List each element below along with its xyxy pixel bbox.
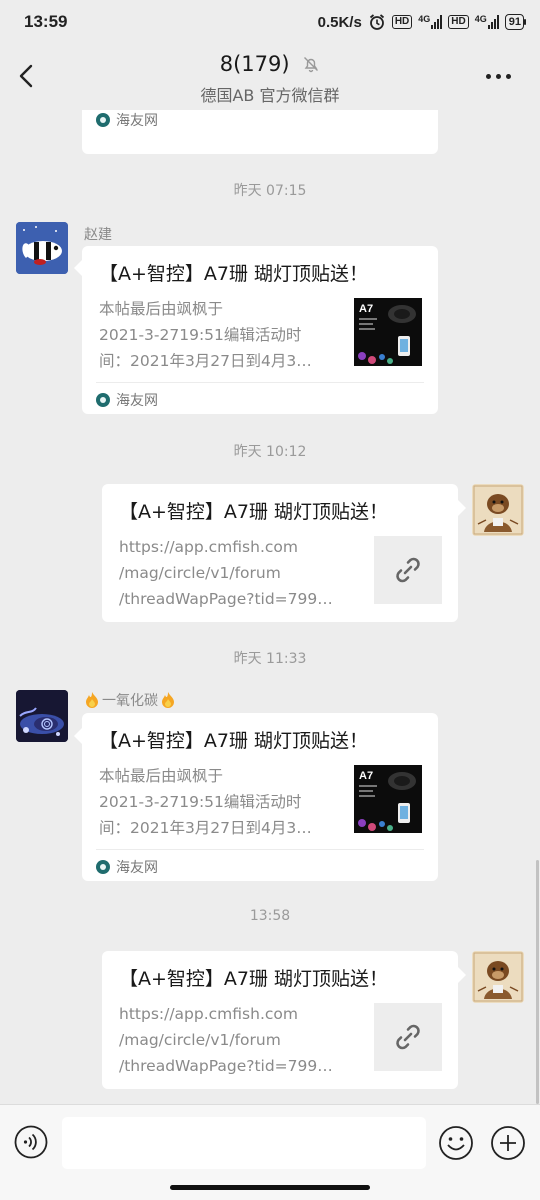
message-input[interactable]: [62, 1117, 426, 1169]
desc-line: /threadWapPage?tid=799…: [119, 590, 333, 608]
dog-avatar-image: [472, 951, 524, 1003]
desc-line: 间：2021年3月27日到4月3…: [99, 819, 312, 837]
source-icon: [96, 393, 110, 407]
timestamp: 昨天 11:33: [233, 651, 307, 667]
card-source: 海友网: [96, 390, 158, 410]
card-thumbnail: A7: [354, 298, 422, 366]
link-icon: [396, 557, 420, 583]
link-thumbnail: [374, 536, 442, 604]
source-label: 海友网: [116, 860, 158, 876]
card-title: 【A+智控】A7珊 瑚灯顶贴送！: [119, 968, 389, 990]
fire-icon: [162, 692, 174, 708]
desc-line: 本帖最后由飒枫于: [99, 767, 224, 785]
swirl-avatar-image: [16, 690, 68, 742]
bubble-tail: [458, 967, 466, 983]
card-title: 【A+智控】A7珊 瑚灯顶贴送！: [99, 263, 369, 285]
link-card-sent[interactable]: 【A+智控】A7珊 瑚灯顶贴送！ https://app.cmfish.com …: [102, 484, 458, 622]
avatar-me[interactable]: [472, 951, 524, 1003]
avatar-me[interactable]: [472, 484, 524, 536]
net-speed: 0.5K/s: [317, 13, 362, 31]
dog-avatar-image: [472, 484, 524, 536]
timestamp: 昨天 10:12: [233, 444, 307, 460]
source-icon: [96, 860, 110, 874]
sender-name: 赵建: [84, 227, 112, 243]
desc-line: 2021-3-2719:51编辑活动时: [99, 326, 302, 344]
voice-icon[interactable]: [14, 1125, 48, 1159]
card-title: 【A+智控】A7珊 瑚灯顶贴送！: [119, 501, 389, 523]
chat-subtitle: 德国AB 官方微信群: [200, 86, 340, 105]
fire-icon: [86, 692, 98, 708]
bubble-tail: [458, 500, 466, 516]
hd-icon: HD: [391, 15, 413, 29]
source-icon: [96, 113, 110, 127]
source-label: 海友网: [116, 113, 158, 129]
timestamp: 13:58: [249, 908, 291, 924]
chat-header: 8(179) 德国AB 官方微信群: [0, 44, 540, 110]
signal-icon-2: 4G: [475, 15, 499, 29]
sender-name-text: 一氧化碳: [102, 693, 158, 709]
product-thumbnail-image: A7: [354, 765, 422, 833]
desc-line: 本帖最后由飒枫于: [99, 300, 224, 318]
status-time: 13:59: [24, 12, 68, 31]
svg-text:A7: A7: [359, 770, 373, 782]
home-indicator: [170, 1185, 370, 1190]
scrollbar[interactable]: [536, 860, 539, 1104]
timestamp: 昨天 07:15: [233, 183, 307, 199]
bubble-tail: [74, 260, 82, 276]
avatar-zhaojian[interactable]: [16, 222, 68, 274]
emoji-icon[interactable]: [438, 1125, 474, 1161]
link-card[interactable]: 【A+智控】A7珊 瑚灯顶贴送！ 本帖最后由飒枫于 2021-3-2719:51…: [82, 246, 438, 414]
chat-title: 8(179): [0, 52, 540, 76]
source-label: 海友网: [116, 393, 158, 409]
card-source: 海友网: [96, 857, 158, 877]
status-bar: 13:59 0.5K/s HD 4G HD 4G 91: [0, 0, 540, 44]
link-card-partial[interactable]: 海友网: [82, 110, 438, 154]
more-icon[interactable]: [486, 66, 516, 86]
card-description: 本帖最后由飒枫于 2021-3-2719:51编辑活动时 间：2021年3月27…: [99, 763, 339, 841]
desc-line: /mag/circle/v1/forum: [119, 564, 281, 582]
product-thumbnail-image: A7: [354, 298, 422, 366]
svg-text:A7: A7: [359, 303, 373, 315]
card-description: 本帖最后由飒枫于 2021-3-2719:51编辑活动时 间：2021年3月27…: [99, 296, 339, 374]
link-thumbnail: [374, 1003, 442, 1071]
link-card-sent[interactable]: 【A+智控】A7珊 瑚灯顶贴送！ https://app.cmfish.com …: [102, 951, 458, 1089]
sender-name: 一氧化碳: [84, 690, 176, 710]
battery-icon: 91: [504, 14, 524, 30]
bubble-tail: [74, 728, 82, 744]
card-title: 【A+智控】A7珊 瑚灯顶贴送！: [99, 730, 369, 752]
desc-line: 间：2021年3月27日到4月3…: [99, 352, 312, 370]
signal-icon: 4G: [418, 15, 443, 29]
alarm-icon: [369, 14, 384, 30]
card-description: https://app.cmfish.com /mag/circle/v1/fo…: [119, 1001, 359, 1079]
desc-line: https://app.cmfish.com: [119, 1005, 298, 1023]
card-divider: [96, 849, 424, 850]
desc-line: https://app.cmfish.com: [119, 538, 298, 556]
avatar-co[interactable]: [16, 690, 68, 742]
plus-icon[interactable]: [490, 1125, 526, 1161]
desc-line: /threadWapPage?tid=799…: [119, 1057, 333, 1075]
card-thumbnail: A7: [354, 765, 422, 833]
chat-title-text: 8(179): [219, 52, 290, 76]
message-list[interactable]: 海友网 昨天 07:15 赵建 【A+智控】A7珊 瑚灯顶贴送！ 本帖最后由飒枫…: [0, 110, 540, 1104]
desc-line: 2021-3-2719:51编辑活动时: [99, 793, 302, 811]
link-icon: [396, 1024, 420, 1050]
status-right: 0.5K/s HD 4G HD 4G 91: [318, 13, 524, 31]
hd-icon-2: HD: [448, 15, 469, 29]
bell-muted-icon: [304, 57, 319, 73]
card-divider: [96, 382, 424, 383]
clownfish-avatar-image: [16, 222, 68, 274]
card-description: https://app.cmfish.com /mag/circle/v1/fo…: [119, 534, 359, 612]
link-card[interactable]: 【A+智控】A7珊 瑚灯顶贴送！ 本帖最后由飒枫于 2021-3-2719:51…: [82, 713, 438, 881]
card-source: 海友网: [96, 110, 158, 130]
desc-line: /mag/circle/v1/forum: [119, 1031, 281, 1049]
